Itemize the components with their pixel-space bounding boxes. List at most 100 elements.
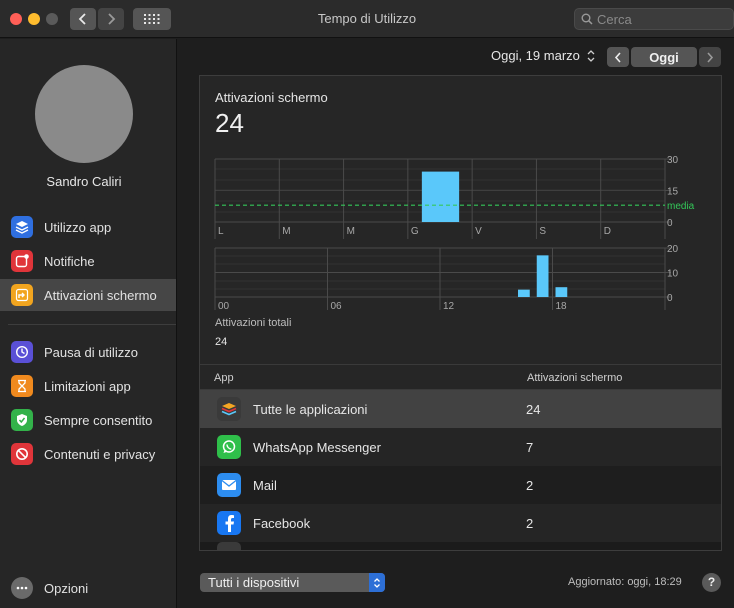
sidebar: Sandro Caliri Utilizzo app Notifiche Att… <box>0 39 177 608</box>
device-select-value: Tutti i dispositivi <box>208 575 300 590</box>
column-header-app[interactable]: App <box>214 372 234 384</box>
search-icon <box>581 13 593 25</box>
notification-icon <box>11 250 33 272</box>
sidebar-item-label: Attivazioni schermo <box>44 287 157 303</box>
chart-bar <box>421 171 460 222</box>
app-icon <box>217 542 241 550</box>
search-field[interactable] <box>574 8 734 30</box>
y-tick-label: 15 <box>667 187 679 198</box>
app-name: Facebook <box>253 516 311 531</box>
activations-value: 2 <box>526 478 534 493</box>
x-tick-label: L <box>218 226 224 237</box>
forward-button[interactable] <box>98 8 124 30</box>
sidebar-item-label: Utilizzo app <box>44 219 112 235</box>
user-name: Sandro Caliri <box>46 174 122 189</box>
x-tick-label: S <box>539 226 546 237</box>
mail-icon <box>217 473 241 497</box>
x-tick-label: 18 <box>556 301 568 312</box>
sidebar-item-app-usage[interactable]: Utilizzo app <box>0 211 176 243</box>
updown-arrows-icon <box>369 573 385 592</box>
average-label: media <box>667 201 695 212</box>
layers-icon <box>11 216 33 238</box>
minimize-window-button[interactable] <box>28 13 40 25</box>
avatar[interactable] <box>35 65 133 163</box>
help-button[interactable]: ? <box>702 573 721 592</box>
sidebar-item-app-limits[interactable]: Limitazioni app <box>0 370 176 402</box>
x-tick-label: M <box>282 226 290 237</box>
sidebar-item-notifications[interactable]: Notifiche <box>0 245 176 277</box>
chevron-left-icon <box>614 51 621 63</box>
sidebar-item-downtime[interactable]: Pausa di utilizzo <box>0 336 176 368</box>
column-header-activations[interactable]: Attivazioni schermo <box>527 372 622 384</box>
chevron-right-icon <box>108 13 116 25</box>
title-bar: Tempo di Utilizzo <box>0 0 734 38</box>
total-activations-value: 24 <box>215 336 228 348</box>
options-button[interactable]: Opzioni <box>11 577 88 599</box>
stepper-icon[interactable] <box>585 49 597 63</box>
y-tick-label: 0 <box>667 218 673 229</box>
chevron-right-icon <box>707 51 714 63</box>
whatsapp-icon <box>217 435 241 459</box>
sidebar-item-label: Limitazioni app <box>44 378 131 394</box>
table-header: App Attivazioni schermo <box>200 364 721 390</box>
sidebar-item-label: Sempre consentito <box>44 412 153 428</box>
sidebar-item-label: Contenuti e privacy <box>44 446 156 462</box>
device-select[interactable]: Tutti i dispositivi <box>200 573 385 592</box>
date-selector[interactable]: Oggi, 19 marzo <box>491 48 580 63</box>
options-label: Opzioni <box>44 580 89 596</box>
x-tick-label: 12 <box>443 301 455 312</box>
table-row[interactable]: Mail 2 <box>200 466 721 504</box>
hourglass-icon <box>11 375 33 397</box>
facebook-icon <box>217 511 241 535</box>
chart-bar <box>518 289 530 297</box>
x-tick-label: G <box>411 226 419 237</box>
table-row[interactable]: Facebook 2 <box>200 504 721 542</box>
activations-value: 24 <box>526 402 541 417</box>
main-panel: Attivazioni schermo 24 media L M M G V S D 30 15 0… <box>199 75 722 551</box>
x-tick-label: V <box>475 226 482 237</box>
show-all-button[interactable] <box>133 8 171 30</box>
sidebar-item-always-allowed[interactable]: Sempre consentito <box>0 404 176 436</box>
y-tick-label: 20 <box>667 244 679 255</box>
chart-area: Attivazioni schermo 24 media L M M G V S D 30 15 0… <box>200 76 721 364</box>
x-tick-label: M <box>347 226 355 237</box>
app-name: WhatsApp Messenger <box>253 440 381 455</box>
sidebar-item-label: Pausa di utilizzo <box>44 344 138 360</box>
y-tick-label: 0 <box>667 293 673 304</box>
sidebar-item-label: Notifiche <box>44 253 95 269</box>
total-activations-label: Attivazioni totali <box>215 317 292 329</box>
y-tick-label: 10 <box>667 269 679 280</box>
back-button[interactable] <box>70 8 96 30</box>
search-input[interactable] <box>597 11 727 27</box>
table-row[interactable]: WhatsApp Messenger 7 <box>200 428 721 466</box>
pickup-icon <box>11 284 33 306</box>
table-row[interactable]: Tutte le applicazioni 24 <box>200 390 721 428</box>
sidebar-item-pickups[interactable]: Attivazioni schermo <box>0 279 176 311</box>
chart-bar <box>555 287 568 297</box>
all-apps-icon <box>217 397 241 421</box>
next-day-button[interactable] <box>699 47 721 67</box>
chevron-left-icon <box>78 13 86 25</box>
x-tick-label: 00 <box>218 301 230 312</box>
checkmark-shield-icon <box>11 409 33 431</box>
table-row-partial <box>200 542 721 550</box>
y-tick-label: 30 <box>667 155 679 166</box>
app-name: Tutte le applicazioni <box>253 402 368 417</box>
today-button[interactable]: Oggi <box>631 47 697 67</box>
activations-value: 7 <box>526 440 534 455</box>
activations-value: 2 <box>526 516 534 531</box>
more-icon <box>11 577 33 599</box>
x-tick-label: D <box>604 226 611 237</box>
chart-bar <box>536 255 549 297</box>
grid-icon <box>144 14 160 24</box>
sidebar-divider <box>8 324 176 325</box>
close-window-button[interactable] <box>10 13 22 25</box>
zoom-window-button[interactable] <box>46 13 58 25</box>
downtime-icon <box>11 341 33 363</box>
previous-day-button[interactable] <box>607 47 629 67</box>
app-name: Mail <box>253 478 277 493</box>
last-updated: Aggiornato: oggi, 18:29 <box>568 576 682 588</box>
block-icon <box>11 443 33 465</box>
sidebar-item-content-privacy[interactable]: Contenuti e privacy <box>0 438 176 470</box>
x-tick-label: 06 <box>331 301 343 312</box>
